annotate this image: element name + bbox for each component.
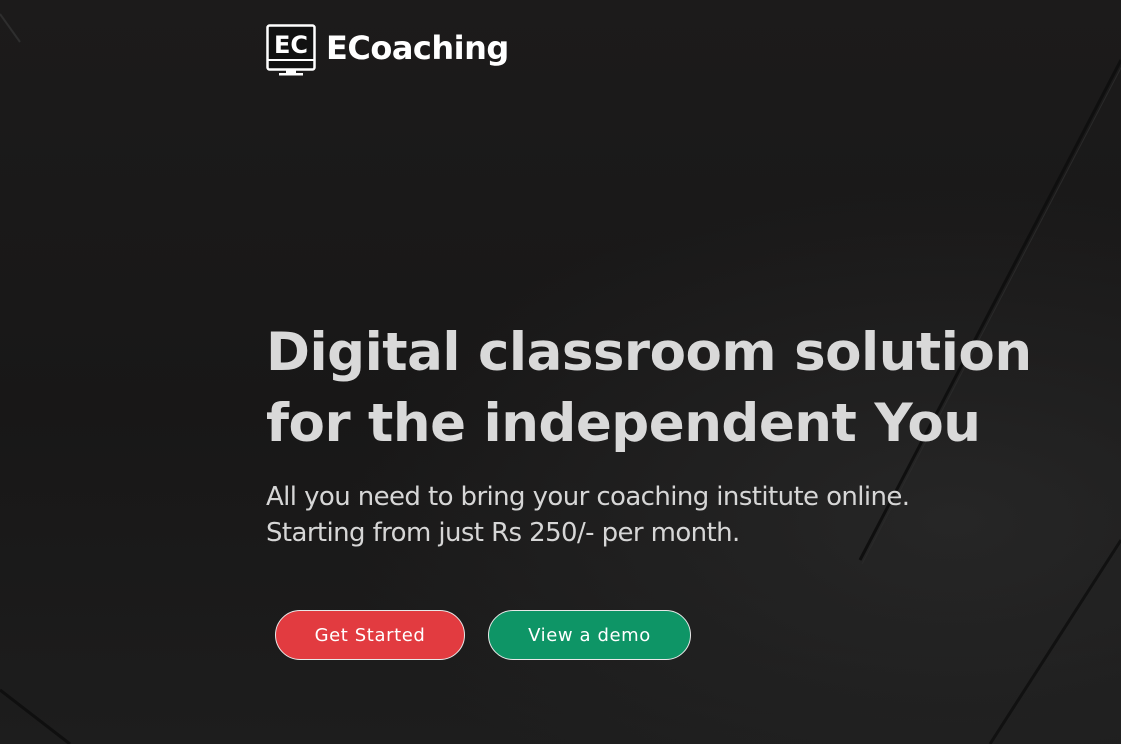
subtitle-line-2: Starting from just Rs 250/- per month. [266,518,740,548]
hero-subtitle: All you need to bring your coaching inst… [266,479,910,551]
logo-letters: EC [274,31,308,59]
hero-section: EC ECoaching Digital classroom solution … [0,0,1121,744]
monitor-icon: EC [266,24,316,76]
headline-line-2: for the independent You [266,393,981,454]
brand-logo[interactable]: EC ECoaching [266,24,509,76]
view-demo-button[interactable]: View a demo [488,610,691,660]
get-started-button[interactable]: Get Started [275,610,465,660]
brand-name: ECoaching [326,29,509,67]
headline-line-1: Digital classroom solution [266,322,1032,383]
subtitle-line-1: All you need to bring your coaching inst… [266,482,910,512]
hero-headline: Digital classroom solution for the indep… [266,317,1106,459]
